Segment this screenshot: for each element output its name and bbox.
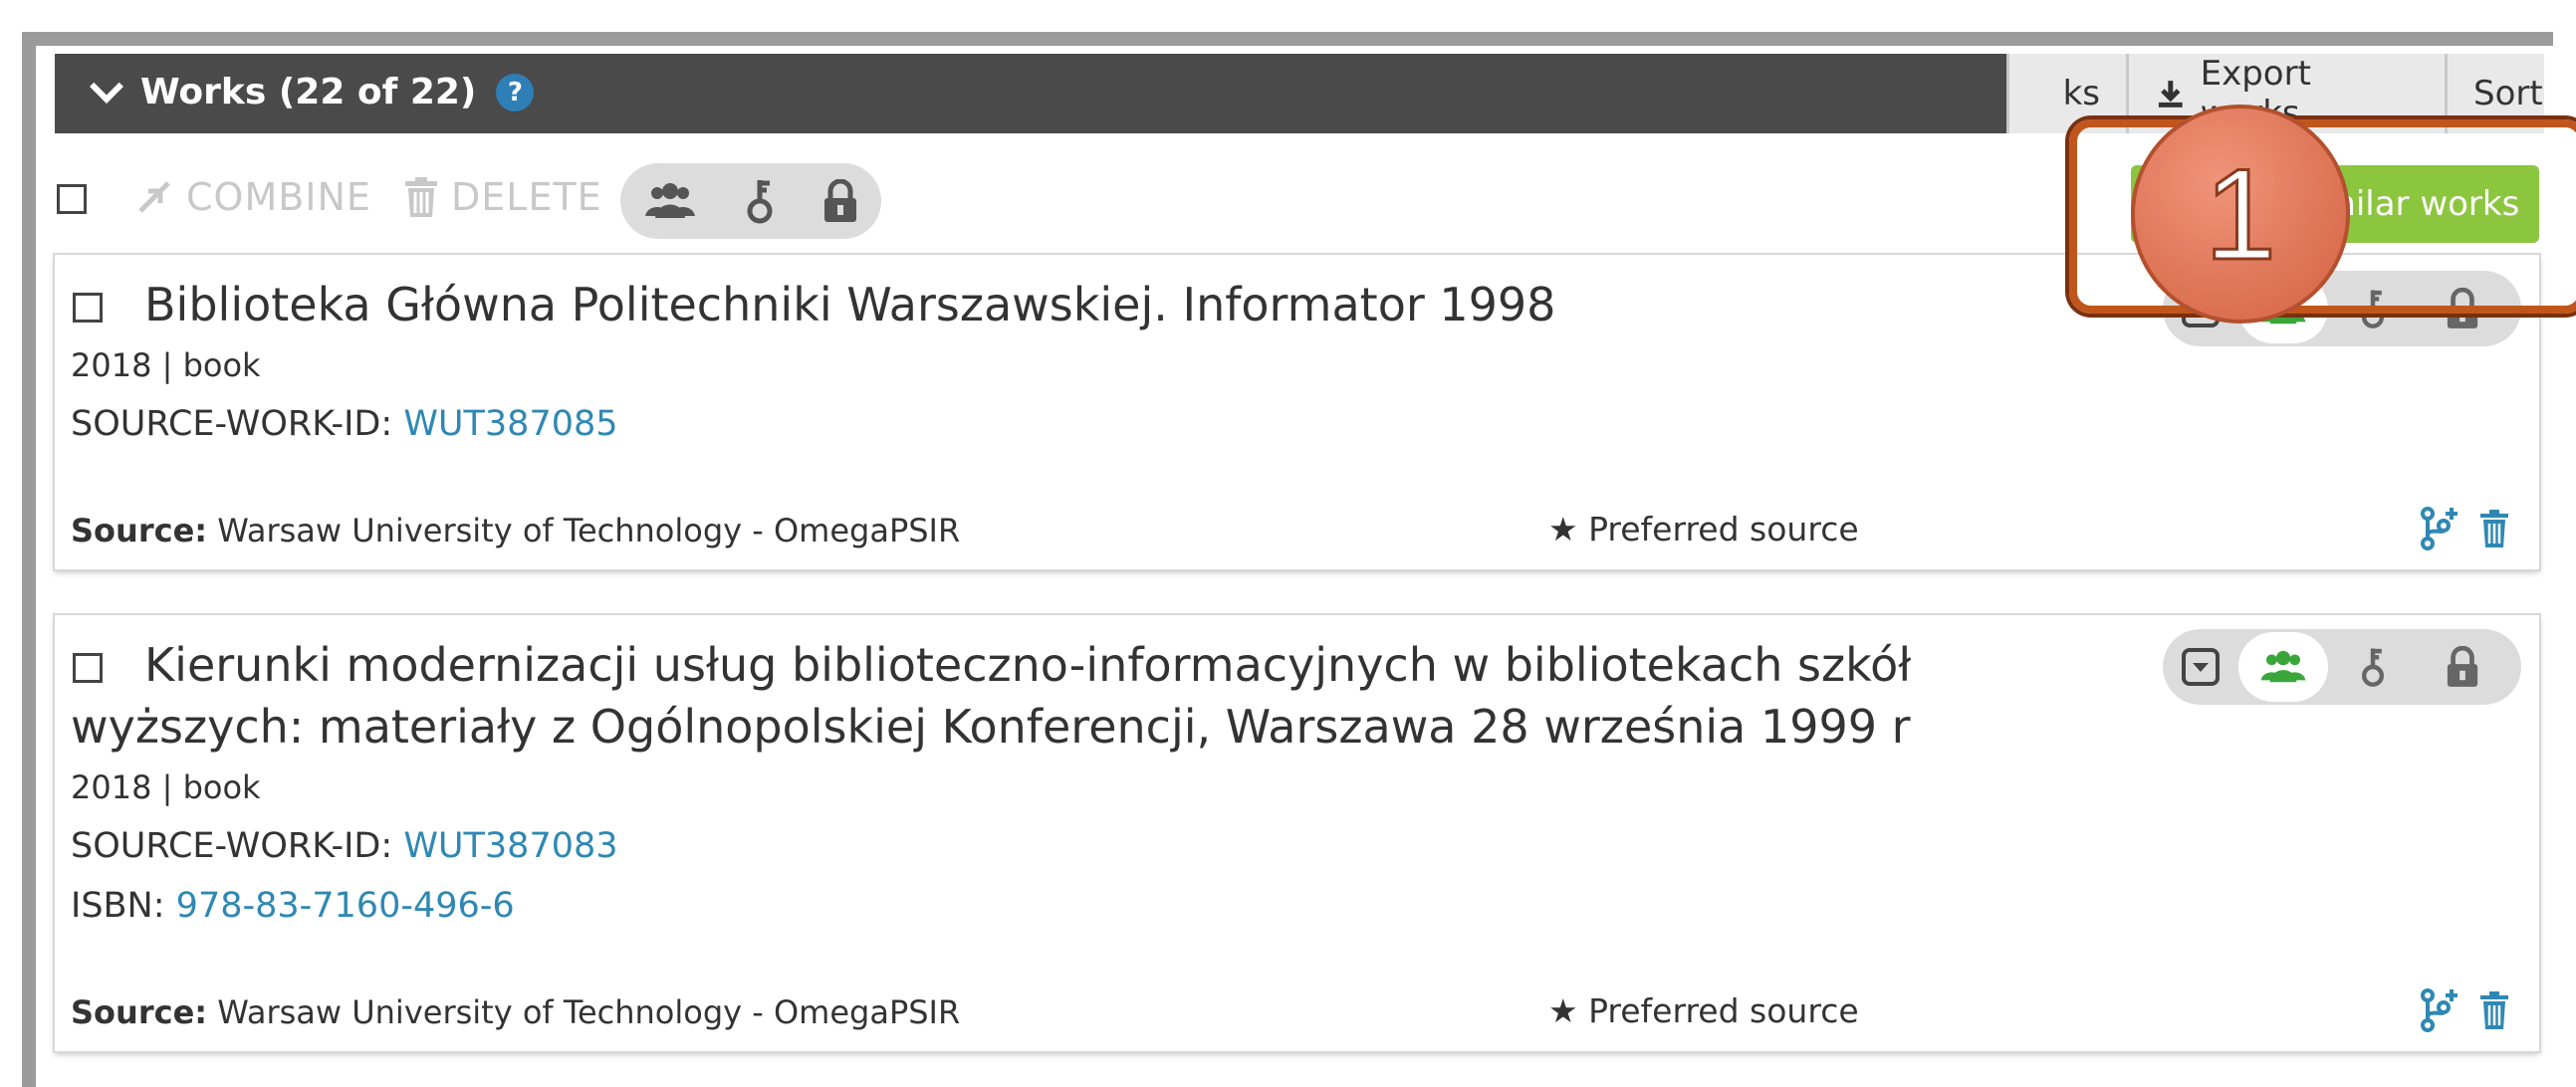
work-title-line-2[interactable]: wyższych: materiały z Ogólnopolskiej Kon… (71, 697, 1911, 757)
delete-button[interactable]: DELETE (403, 175, 602, 219)
work-isbn: ISBN: 978-83-7160-496-6 (71, 886, 515, 926)
source-id-label: SOURCE-WORK-ID: (71, 826, 393, 866)
source-id-label: SOURCE-WORK-ID: (71, 404, 393, 444)
star-icon: ★ (1548, 991, 1578, 1030)
combine-icon (138, 181, 170, 213)
sort-label: Sort (2473, 74, 2543, 113)
work-select-checkbox[interactable] (73, 653, 103, 683)
source-label: Source: (71, 993, 208, 1031)
bulk-visibility-pill (620, 163, 881, 239)
work-source: Source: Warsaw University of Technology … (71, 993, 960, 1031)
work-visibility-pill (2163, 629, 2521, 705)
work-select-checkbox[interactable] (73, 293, 103, 323)
source-name: Warsaw University of Technology - OmegaP… (217, 993, 961, 1031)
preferred-source-label: Preferred source (1588, 510, 1859, 548)
everyone-visibility-icon[interactable] (2238, 632, 2328, 702)
star-icon: ★ (1548, 510, 1578, 548)
expand-details-icon[interactable] (2163, 629, 2238, 705)
step-callout-badge: 1 (2131, 105, 2350, 324)
select-all-checkbox[interactable] (57, 184, 87, 214)
work-actions (2418, 506, 2509, 555)
delete-work-icon[interactable] (2479, 510, 2509, 551)
combine-button[interactable]: COMBINE (134, 175, 371, 219)
work-title-line-1[interactable]: Kierunki modernizacji usług biblioteczno… (144, 635, 1911, 695)
fork-add-icon[interactable] (2418, 506, 2461, 555)
work-title[interactable]: Biblioteka Główna Politechniki Warszawsk… (144, 275, 1555, 334)
partial-button-label: ks (2062, 74, 2100, 113)
source-name: Warsaw University of Technology - OmegaP… (217, 512, 961, 549)
everyone-visibility-icon[interactable] (643, 182, 697, 220)
work-year-type: 2018 | book (71, 346, 261, 384)
lock-icon[interactable] (2418, 646, 2507, 688)
preferred-source: ★ Preferred source (1548, 991, 1859, 1030)
works-section-toggle[interactable]: Works (22 of 22) ? (90, 69, 535, 112)
work-source-id: SOURCE-WORK-ID: WUT387085 (71, 404, 618, 444)
works-title: Works (22 of 22) (140, 72, 477, 112)
trusted-key-icon[interactable] (743, 178, 777, 224)
step-number: 1 (2205, 141, 2276, 287)
combine-label: COMBINE (186, 175, 371, 219)
delete-label: DELETE (451, 175, 602, 219)
fork-add-icon[interactable] (2418, 987, 2461, 1037)
chevron-down-icon (90, 69, 123, 104)
isbn-link[interactable]: 978-83-7160-496-6 (176, 886, 515, 926)
preferred-source-label: Preferred source (1588, 991, 1859, 1030)
isbn-label: ISBN: (71, 886, 165, 926)
work-source-id: SOURCE-WORK-ID: WUT387083 (71, 826, 618, 866)
work-year-type: 2018 | book (71, 768, 261, 806)
delete-work-icon[interactable] (2479, 991, 2509, 1033)
source-id-link[interactable]: WUT387085 (403, 404, 617, 444)
trusted-key-icon[interactable] (2328, 645, 2418, 689)
help-icon[interactable]: ? (496, 73, 535, 111)
trash-icon (405, 177, 437, 217)
source-id-link[interactable]: WUT387083 (403, 826, 617, 866)
source-label: Source: (71, 512, 208, 549)
preferred-source: ★ Preferred source (1548, 510, 1859, 548)
work-actions (2418, 987, 2509, 1037)
work-source: Source: Warsaw University of Technology … (71, 512, 960, 549)
lock-icon[interactable] (822, 179, 858, 223)
